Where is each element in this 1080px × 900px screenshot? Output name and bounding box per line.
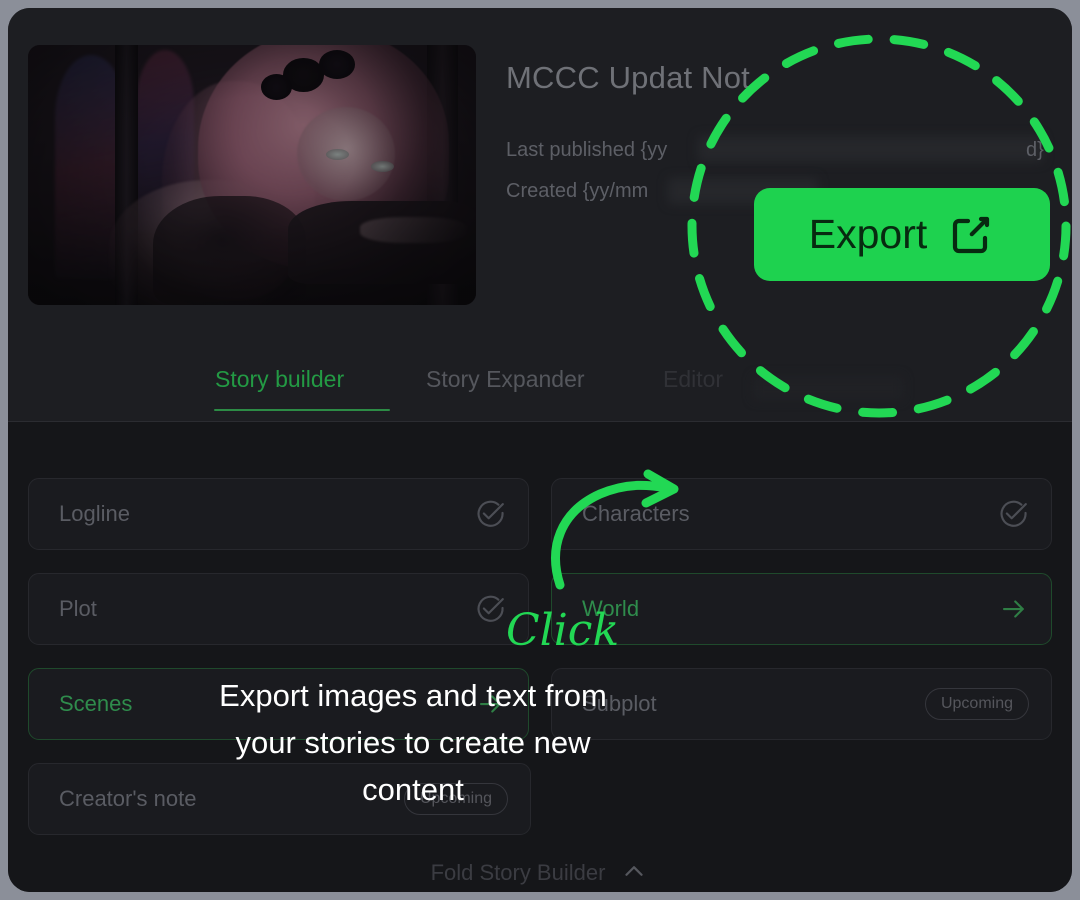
card-plot[interactable]: Plot bbox=[28, 573, 529, 645]
story-builder-panel: Logline Characters Plot World Scenes Sub… bbox=[8, 422, 1072, 892]
annotation-caption: Export images and text from your stories… bbox=[219, 678, 607, 807]
export-button-label: Export bbox=[808, 211, 928, 257]
circle-check-icon bbox=[997, 498, 1029, 530]
last-published-meta: Last published {yy bbox=[506, 139, 667, 162]
created-meta: Created {yy/mm bbox=[506, 180, 648, 203]
card-row: Logline Characters bbox=[28, 478, 1052, 550]
circle-check-icon bbox=[474, 498, 506, 530]
page-title: MCCC Updat Not bbox=[506, 60, 750, 95]
story-header: MCCC Updat Not Last published {yy d} Cre… bbox=[8, 8, 1072, 422]
card-logline-label: Logline bbox=[59, 501, 130, 526]
fold-story-builder-label: Fold Story Builder bbox=[430, 860, 606, 885]
last-published-label: Last published {yy bbox=[506, 139, 668, 161]
tab-extra-obscured bbox=[753, 376, 903, 400]
chevron-up-icon bbox=[619, 856, 649, 891]
tab-editor[interactable]: Editor bbox=[663, 366, 723, 393]
arrow-right-icon bbox=[999, 594, 1029, 624]
card-characters-label: Characters bbox=[582, 501, 690, 526]
export-button[interactable]: Export bbox=[754, 188, 1050, 281]
fold-story-builder-button[interactable]: Fold Story Builder bbox=[8, 852, 1072, 892]
status-badge: Upcoming bbox=[924, 688, 1029, 720]
created-label: Created {yy/mm bbox=[506, 180, 649, 202]
card-scenes-label: Scenes bbox=[59, 691, 133, 716]
card-logline[interactable]: Logline bbox=[28, 478, 529, 550]
card-row: Plot World bbox=[28, 573, 1052, 645]
card-plot-label: Plot bbox=[59, 596, 97, 621]
last-published-tail: d} bbox=[1026, 139, 1044, 161]
tab-story-expander[interactable]: Story Expander bbox=[426, 366, 585, 393]
circle-check-icon bbox=[474, 593, 506, 625]
card-creators-note-label: Creator's note bbox=[59, 786, 197, 811]
external-link-icon bbox=[947, 211, 995, 259]
last-published-value-obscured bbox=[698, 136, 1043, 162]
card-world[interactable]: World bbox=[551, 573, 1052, 645]
subplot-upcoming-badge: Upcoming bbox=[924, 688, 1029, 720]
story-cover-thumbnail[interactable] bbox=[28, 45, 476, 305]
card-characters[interactable]: Characters bbox=[551, 478, 1052, 550]
tab-story-builder[interactable]: Story builder bbox=[215, 366, 344, 393]
card-world-label: World bbox=[582, 596, 640, 621]
active-tab-indicator bbox=[214, 409, 390, 411]
cover-art-image bbox=[28, 45, 476, 305]
